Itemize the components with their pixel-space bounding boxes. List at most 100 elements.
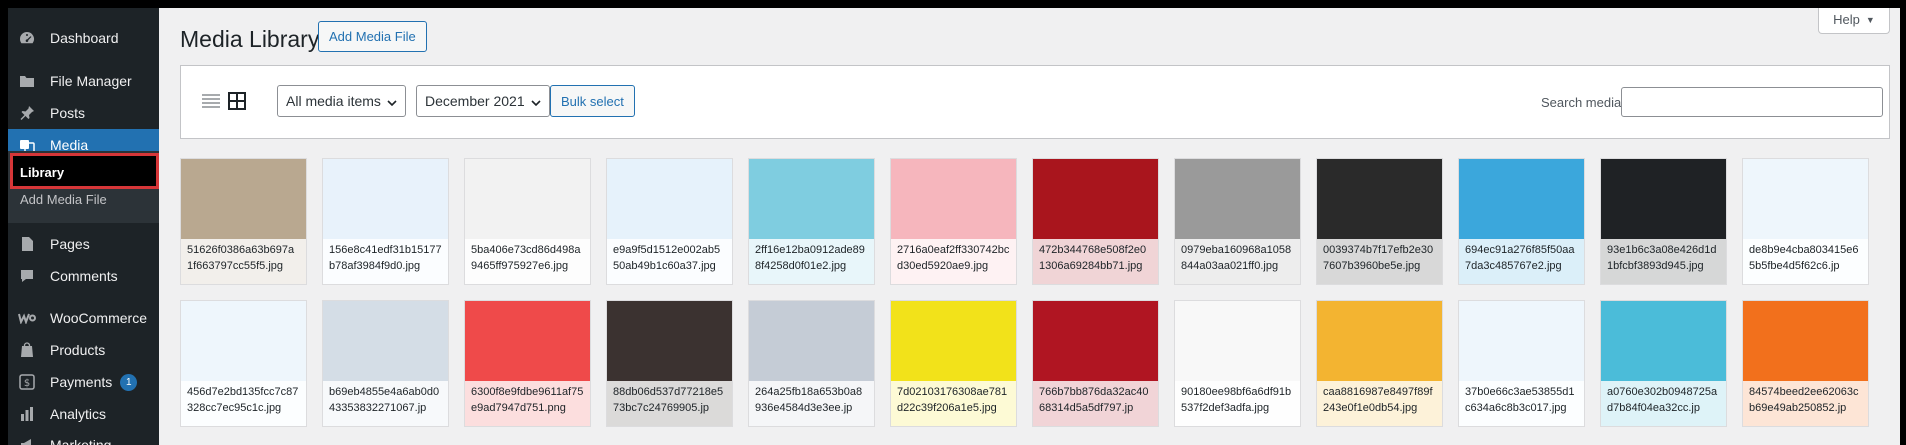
media-filename: 2ff16e12ba0912ade898f4258d0f01e2.jpg [749,239,874,284]
media-attachment[interactable]: 7d02103176308ae781d22c39f206a1e5.jpg [890,300,1017,427]
media-filename: 472b344768e508f2e01306a69284bb71.jpg [1033,239,1158,284]
media-attachment[interactable]: 472b344768e508f2e01306a69284bb71.jpg [1032,158,1159,285]
media-toolbar: All media items December 2021 Bulk selec… [180,65,1890,139]
media-attachment[interactable]: 264a25fb18a653b0a8936e4584d3e3ee.jp [748,300,875,427]
media-filename: 7d02103176308ae781d22c39f206a1e5.jpg [891,381,1016,426]
analytics-icon [18,405,36,423]
sidebar-item-analytics[interactable]: Analytics [8,398,159,430]
media-attachment[interactable]: 694ec91a276f85f50aa7da3c485767e2.jpg [1458,158,1585,285]
media-attachment[interactable]: 0039374b7f17efb2e307607b3960be5e.jpg [1316,158,1443,285]
folder-icon [18,72,36,90]
woocommerce-icon [18,309,36,327]
media-type-filter[interactable]: All media items [277,85,406,117]
page-icon [18,235,36,253]
sidebar-item-dashboard[interactable]: Dashboard [8,22,159,54]
media-attachment[interactable]: 5ba406e73cd86d498a9465ff975927e6.jpg [464,158,591,285]
media-filename: 766b7bb876da32ac4068314d5a5df797.jp [1033,381,1158,426]
media-filename: 694ec91a276f85f50aa7da3c485767e2.jpg [1459,239,1584,284]
payments-icon: $ [18,373,36,391]
media-filename: 5ba406e73cd86d498a9465ff975927e6.jpg [465,239,590,284]
media-attachment[interactable]: 51626f0386a63b697a1f663797cc55f5.jpg [180,158,307,285]
dashboard-icon [18,29,36,47]
sidebar-item-label: Comments [50,268,118,284]
sidebar-item-label: Analytics [50,406,107,422]
submenu-item-add-media-file[interactable]: Add Media File [20,192,107,207]
date-filter-value: December 2021 [425,93,525,109]
sidebar-item-marketing[interactable]: Marketing [8,429,159,445]
media-attachment[interactable]: 37b0e66c3ae53855d1c634a6c8b3c017.jpg [1458,300,1585,427]
grid-view-icon[interactable] [227,91,247,111]
media-attachment[interactable]: de8b9e4cba803415e65b5fbe4d5f62c6.jp [1742,158,1869,285]
media-attachment[interactable]: 84574beed2ee62063cb69e49ab250852.jp [1742,300,1869,427]
sidebar-item-comments[interactable]: Comments [8,260,159,292]
media-filename: 2716a0eaf2ff330742bcd30ed5920ae9.jpg [891,239,1016,284]
media-filename: 93e1b6c3a08e426d1d1bfcbf3893d945.jpg [1601,239,1726,284]
sidebar-item-payments[interactable]: $ Payments 1 [8,366,159,398]
media-filename: 156e8c41edf31b15177b78af3984f9d0.jpg [323,239,448,284]
media-filename: 6300f8e9fdbe9611af75e9ad7947d751.png [465,381,590,426]
media-attachment[interactable]: 88db06d537d77218e573bc7c24769905.jp [606,300,733,427]
page-title: Media Library [180,26,320,52]
media-attachment[interactable]: e9a9f5d1512e002ab550ab49b1c60a37.jpg [606,158,733,285]
media-filename: 0039374b7f17efb2e307607b3960be5e.jpg [1317,239,1442,284]
media-attachment[interactable]: 2716a0eaf2ff330742bcd30ed5920ae9.jpg [890,158,1017,285]
admin-sidebar: Dashboard File Manager Posts Media Libra… [8,8,159,445]
media-attachment[interactable]: 6300f8e9fdbe9611af75e9ad7947d751.png [464,300,591,427]
sidebar-item-label: WooCommerce [50,310,147,326]
sidebar-item-products[interactable]: Products [8,334,159,366]
media-type-filter-value: All media items [286,93,381,109]
chevron-down-icon [387,93,397,109]
search-media-input[interactable] [1621,87,1883,117]
help-button[interactable]: Help ▼ [1818,8,1890,34]
date-filter[interactable]: December 2021 [416,85,550,117]
caret-down-icon: ▼ [1865,14,1875,25]
sidebar-item-label: Posts [50,105,86,121]
sidebar-item-pages[interactable]: Pages [8,228,159,260]
media-filename: 37b0e66c3ae53855d1c634a6c8b3c017.jpg [1459,381,1584,426]
media-filename: de8b9e4cba803415e65b5fbe4d5f62c6.jp [1743,239,1868,284]
media-attachment[interactable]: 456d7e2bd135fcc7c87328cc7ec95c1c.jpg [180,300,307,427]
media-filename: 90180ee98bf6a6df91b537f2def3adfa.jpg [1175,381,1300,426]
media-attachment[interactable]: a0760e302b0948725ad7b84f04ea32cc.jp [1600,300,1727,427]
media-filename: 84574beed2ee62063cb69e49ab250852.jp [1743,381,1868,426]
media-filename: 88db06d537d77218e573bc7c24769905.jp [607,381,732,426]
payments-count-badge: 1 [120,373,138,391]
sidebar-item-label: Marketing [50,437,112,445]
help-label: Help [1833,12,1860,27]
media-filename: caa8816987e8497f89f243e0f1e0db54.jpg [1317,381,1442,426]
sidebar-item-posts[interactable]: Posts [8,97,159,129]
media-filename: 51626f0386a63b697a1f663797cc55f5.jpg [181,239,306,284]
media-attachment[interactable]: 156e8c41edf31b15177b78af3984f9d0.jpg [322,158,449,285]
add-media-file-button[interactable]: Add Media File [318,21,427,52]
marketing-icon [18,436,36,445]
sidebar-item-file-manager[interactable]: File Manager [8,65,159,97]
search-media-label: Search media [1541,95,1622,110]
media-filename: 456d7e2bd135fcc7c87328cc7ec95c1c.jpg [181,381,306,426]
sidebar-item-label: Pages [50,236,90,252]
list-view-icon[interactable] [201,91,221,111]
sidebar-item-woocommerce[interactable]: WooCommerce [8,302,159,334]
media-filename: b69eb4855e4a6ab0d043353832271067.jp [323,381,448,426]
media-attachment[interactable]: 766b7bb876da32ac4068314d5a5df797.jp [1032,300,1159,427]
media-attachment[interactable]: b69eb4855e4a6ab0d043353832271067.jp [322,300,449,427]
wp-admin-window: Dashboard File Manager Posts Media Libra… [8,8,1900,445]
pin-icon [18,104,36,122]
comment-icon [18,267,36,285]
media-attachment[interactable]: 93e1b6c3a08e426d1d1bfcbf3893d945.jpg [1600,158,1727,285]
sidebar-item-label: Dashboard [50,30,119,46]
media-filename: e9a9f5d1512e002ab550ab49b1c60a37.jpg [607,239,732,284]
sidebar-item-label: Payments [50,374,113,390]
media-attachment[interactable]: 2ff16e12ba0912ade898f4258d0f01e2.jpg [748,158,875,285]
bulk-select-button[interactable]: Bulk select [550,85,635,117]
submenu-item-library[interactable]: Library [20,165,64,180]
media-attachment[interactable]: caa8816987e8497f89f243e0f1e0db54.jpg [1316,300,1443,427]
media-attachment[interactable]: 0979eba160968a1058844a03aa021ff0.jpg [1174,158,1301,285]
sidebar-item-label: Products [50,342,106,358]
products-icon [18,341,36,359]
media-filename: 264a25fb18a653b0a8936e4584d3e3ee.jp [749,381,874,426]
media-filename: a0760e302b0948725ad7b84f04ea32cc.jp [1601,381,1726,426]
media-filename: 0979eba160968a1058844a03aa021ff0.jpg [1175,239,1300,284]
media-attachment[interactable]: 90180ee98bf6a6df91b537f2def3adfa.jpg [1174,300,1301,427]
sidebar-item-label: File Manager [50,73,132,89]
svg-text:$: $ [24,378,30,389]
